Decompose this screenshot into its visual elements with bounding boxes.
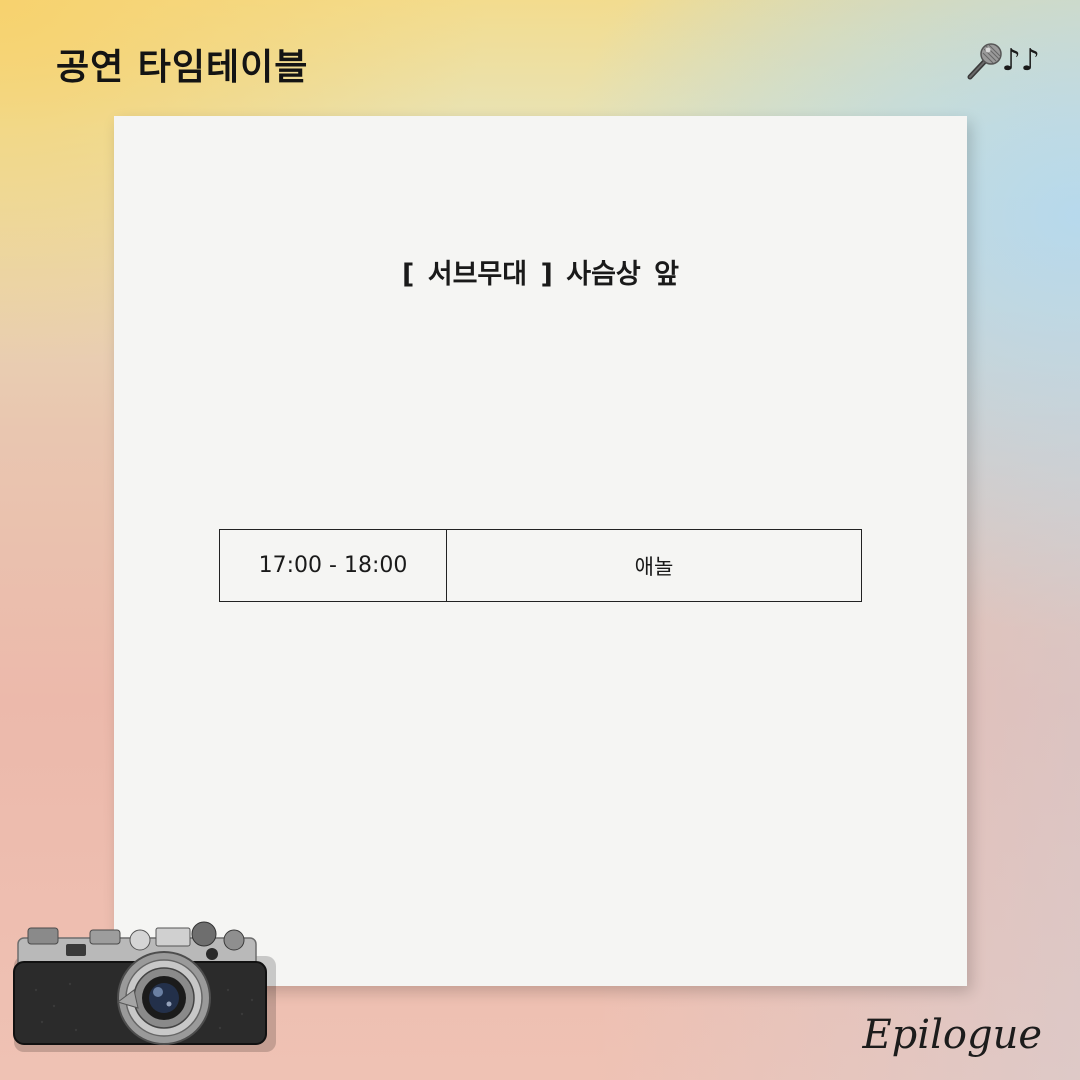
performer-cell: 애놀 [634, 554, 674, 579]
music-notes-icon: ♪♪ [1001, 43, 1040, 78]
schedule-table: 17:00 - 18:00 애놀 [219, 529, 862, 602]
header-decoration: ♪♪ [964, 40, 1040, 82]
microphone-icon [967, 43, 1002, 80]
venue-heading: [ 서브무대 ] 사슴상 앞 [402, 259, 679, 290]
page-title: 공연 타임테이블 [56, 47, 309, 88]
timetable-card: [ 서브무대 ] 사슴상 앞 17:00 - 18:00 애놀 [114, 116, 967, 986]
time-slot-cell: 17:00 - 18:00 [220, 530, 447, 601]
brand-signature: Epilogue [862, 1012, 1042, 1058]
vintage-camera-icon [13, 921, 276, 1052]
